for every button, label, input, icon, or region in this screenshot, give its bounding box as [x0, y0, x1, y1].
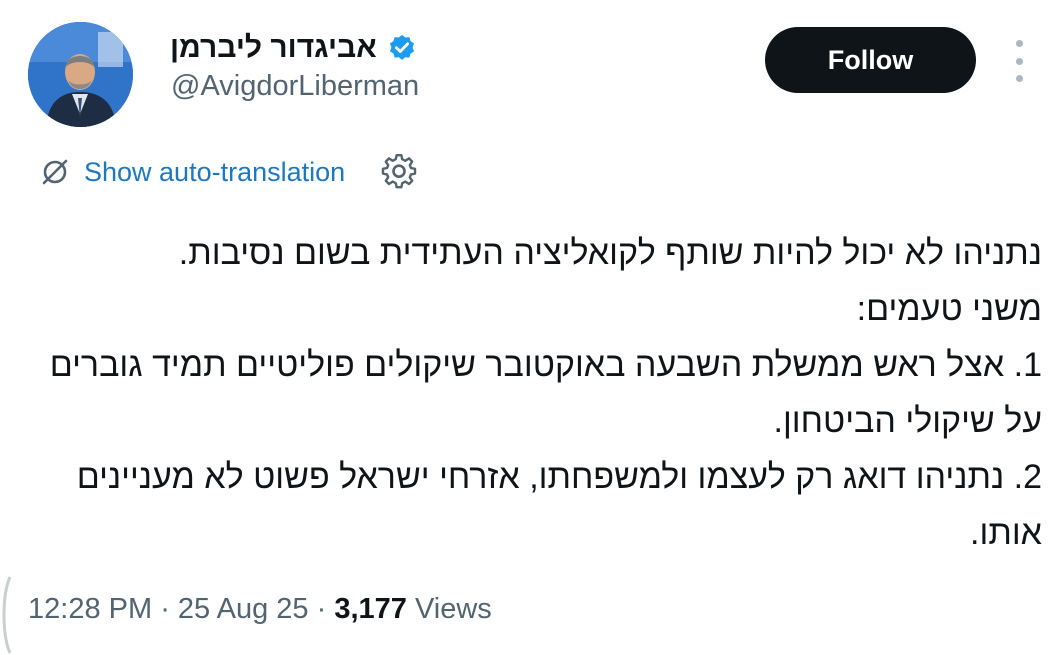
- separator: ·: [152, 593, 178, 625]
- gear-icon[interactable]: [379, 152, 419, 192]
- dot-icon: [1015, 57, 1023, 65]
- dot-icon: [1015, 40, 1023, 47]
- author-name-row: אביגדור ליברמן: [170, 28, 417, 68]
- views-count: 3,177: [334, 593, 407, 625]
- author-display-name[interactable]: אביגדור ליברמן: [170, 31, 377, 65]
- tweet-line: 1. אצל ראש ממשלת השבעה באוקטובר שיקולים …: [49, 346, 1042, 440]
- tweet-line: 2. נתניהו דואג רק לעצמו ולמשפחתו, אזרחי …: [76, 458, 1042, 552]
- tweet-time[interactable]: 12:28 PM: [28, 593, 152, 625]
- verified-badge-icon: [389, 34, 414, 60]
- auto-translation-row: Show auto-translation: [40, 150, 419, 194]
- profile-photo: [28, 22, 133, 127]
- avatar[interactable]: [28, 22, 133, 127]
- tweet-line: משני טעמים:: [856, 290, 1042, 328]
- separator: ·: [308, 593, 335, 625]
- follow-button[interactable]: Follow: [765, 27, 976, 93]
- author-handle[interactable]: @AvigdorLiberman: [171, 70, 419, 103]
- views-label: Views: [406, 593, 492, 625]
- edge-bracket: [2, 576, 12, 654]
- tweet-meta: 12:28 PM · 25 Aug 25 · 3,177 Views: [28, 593, 492, 626]
- translate-slash-icon: [42, 159, 68, 185]
- vertical-ellipsis-icon[interactable]: [1008, 40, 1030, 82]
- dot-icon: [1015, 75, 1023, 82]
- tweet-date[interactable]: 25 Aug 25: [178, 593, 309, 625]
- tweet-line: נתניהו לא יכול להיות שותף לקואליציה העתי…: [178, 234, 1042, 272]
- show-auto-translation-link[interactable]: Show auto-translation: [84, 157, 345, 188]
- tweet-text: נתניהו לא יכול להיות שותף לקואליציה העתי…: [12, 225, 1042, 561]
